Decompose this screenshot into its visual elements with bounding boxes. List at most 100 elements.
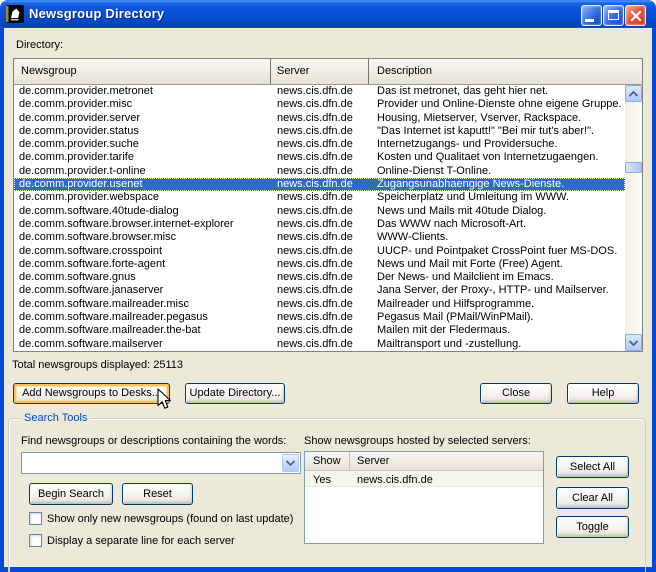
server-cell: news.cis.dfn.de: [271, 125, 369, 138]
server-cell: news.cis.dfn.de: [271, 298, 369, 311]
maximize-button[interactable]: [603, 5, 624, 26]
description-cell: Das WWW nach Microsoft-Art.: [369, 218, 625, 231]
newsgroup-cell: de.comm.provider.usenet: [14, 178, 271, 191]
server-cell: news.cis.dfn.de: [271, 205, 369, 218]
newsgroup-cell: de.comm.software.browser.internet-explor…: [14, 218, 271, 231]
server-cell: news.cis.dfn.de: [271, 151, 369, 164]
server-cell: news.cis.dfn.de: [271, 98, 369, 111]
newsgroup-cell: de.comm.software.mailreader.the-bat: [14, 324, 271, 337]
scrollbar-thumb[interactable]: [625, 162, 642, 173]
description-cell: Mailtransport und -zustellung.: [369, 338, 625, 351]
newsgroup-row[interactable]: de.comm.software.forte-agentnews.cis.dfn…: [14, 258, 625, 271]
maximize-icon: [608, 10, 619, 20]
description-cell: Das ist metronet, das geht hier net.: [369, 85, 625, 98]
begin-search-button[interactable]: Begin Search: [29, 483, 113, 505]
description-cell: News und Mails mit 40tude Dialog.: [369, 205, 625, 218]
find-words-input[interactable]: [24, 455, 280, 471]
newsgroup-cell: de.comm.software.mailreader.misc: [14, 298, 271, 311]
servers-table-body: Yesnews.cis.dfn.de: [305, 471, 543, 543]
newsgroup-row[interactable]: de.comm.provider.suchenews.cis.dfn.deInt…: [14, 138, 625, 151]
description-cell: Internetzugangs- und Providersuche.: [369, 138, 625, 151]
newsgroup-cell: de.comm.software.gnus: [14, 271, 271, 284]
newsgroup-cell: de.comm.software.forte-agent: [14, 258, 271, 271]
server-cell: news.cis.dfn.de: [271, 258, 369, 271]
description-cell: Provider und Online-Dienste ohne eigene …: [369, 98, 625, 111]
close-window-button[interactable]: [625, 5, 646, 26]
description-cell: Der News- und Mailclient im Emacs.: [369, 271, 625, 284]
newsgroup-cell: de.comm.software.40tude-dialog: [14, 205, 271, 218]
server-cell: news.cis.dfn.de: [271, 138, 369, 151]
clear-all-button[interactable]: Clear All: [556, 487, 629, 509]
description-cell: Kosten und Qualitaet von Internetzugaeng…: [369, 151, 625, 164]
find-words-combobox[interactable]: [21, 452, 301, 474]
separate-line-label[interactable]: Display a separate line for each server: [47, 535, 235, 547]
separate-line-checkbox[interactable]: [29, 534, 42, 547]
update-directory-button[interactable]: Update Directory...: [185, 383, 285, 404]
newsgroup-row[interactable]: de.comm.provider.metronetnews.cis.dfn.de…: [14, 85, 625, 98]
newsgroup-row[interactable]: de.comm.software.mailservernews.cis.dfn.…: [14, 338, 625, 351]
description-cell: Housing, Mietserver, Vserver, Rackspace.: [369, 112, 625, 125]
newsgroup-row[interactable]: de.comm.software.mailreader.the-batnews.…: [14, 324, 625, 337]
column-header-description[interactable]: Description: [369, 59, 642, 84]
newsgroup-row[interactable]: de.comm.software.crosspointnews.cis.dfn.…: [14, 245, 625, 258]
newsgroup-row[interactable]: de.comm.provider.statusnews.cis.dfn.de"D…: [14, 125, 625, 138]
description-cell: Jana Server, der Proxy-, HTTP- und Mails…: [369, 284, 625, 297]
server-cell: news.cis.dfn.de: [271, 271, 369, 284]
close-button[interactable]: Close: [480, 383, 552, 404]
newsgroup-row[interactable]: de.comm.provider.webspacenews.cis.dfn.de…: [14, 191, 625, 204]
newsgroup-row[interactable]: de.comm.provider.tarifenews.cis.dfn.deKo…: [14, 151, 625, 164]
listview-header: Newsgroup Server Description: [14, 59, 642, 85]
search-tools-title: Search Tools: [21, 412, 90, 424]
description-cell: UUCP- und Pointpaket CrossPoint fuer MS-…: [369, 245, 625, 258]
description-cell: News und Mail mit Forte (Free) Agent.: [369, 258, 625, 271]
newsgroup-row[interactable]: de.comm.software.mailreader.pegasusnews.…: [14, 311, 625, 324]
server-row[interactable]: Yesnews.cis.dfn.de: [305, 471, 543, 487]
newsgroup-row[interactable]: de.comm.provider.t-onlinenews.cis.dfn.de…: [14, 165, 625, 178]
server-cell: news.cis.dfn.de: [271, 231, 369, 244]
description-cell: Online-Dienst T-Online.: [369, 165, 625, 178]
combo-dropdown-button[interactable]: [282, 454, 299, 472]
titlebar[interactable]: Newsgroup Directory: [0, 0, 656, 28]
description-cell: Zugangsunabhaengige News-Dienste.: [369, 178, 625, 191]
newsgroup-row[interactable]: de.comm.software.gnusnews.cis.dfn.deDer …: [14, 271, 625, 284]
newsgroup-directory-window: Newsgroup Directory Directory: Newsgroup…: [0, 0, 656, 572]
minimize-button[interactable]: [581, 5, 602, 26]
minimize-icon: [585, 19, 594, 22]
chevron-down-icon: [286, 460, 295, 466]
find-words-label: Find newsgroups or descriptions containi…: [21, 435, 286, 447]
description-cell: Mailen mit der Fledermaus.: [369, 324, 625, 337]
newsgroup-row[interactable]: de.comm.software.browser.miscnews.cis.df…: [14, 231, 625, 244]
description-cell: Mailreader und Hilfsprogramme.: [369, 298, 625, 311]
help-button[interactable]: Help: [567, 383, 639, 404]
newsgroup-cell: de.comm.provider.status: [14, 125, 271, 138]
scroll-down-button[interactable]: [625, 334, 642, 351]
newsgroup-row[interactable]: de.comm.provider.miscnews.cis.dfn.deProv…: [14, 98, 625, 111]
newsgroup-row[interactable]: de.comm.software.browser.internet-explor…: [14, 218, 625, 231]
dialog-client-area: Directory: Newsgroup Server Description …: [4, 28, 652, 567]
newsgroup-cell: de.comm.provider.suche: [14, 138, 271, 151]
show-only-new-checkbox[interactable]: [29, 512, 42, 525]
vertical-scrollbar[interactable]: [625, 85, 642, 351]
toggle-button[interactable]: Toggle: [556, 516, 629, 538]
chevron-down-icon: [629, 340, 638, 346]
newsgroup-row[interactable]: de.comm.software.janaservernews.cis.dfn.…: [14, 284, 625, 297]
newsgroup-row[interactable]: de.comm.software.40tude-dialognews.cis.d…: [14, 205, 625, 218]
column-header-show[interactable]: Show: [305, 452, 350, 470]
column-header-server[interactable]: Server: [271, 59, 369, 84]
app-icon: [6, 5, 24, 23]
column-header-newsgroup[interactable]: Newsgroup: [14, 59, 271, 84]
close-icon: [626, 6, 647, 27]
server-cell: news.cis.dfn.de: [271, 338, 369, 351]
newsgroup-cell: de.comm.provider.webspace: [14, 191, 271, 204]
newsgroup-row[interactable]: de.comm.provider.servernews.cis.dfn.deHo…: [14, 112, 625, 125]
add-newsgroups-button[interactable]: Add Newsgroups to Desks...: [13, 383, 170, 404]
newsgroup-row[interactable]: de.comm.provider.usenetnews.cis.dfn.deZu…: [14, 178, 625, 191]
newsgroup-cell: de.comm.software.mailserver: [14, 338, 271, 351]
reset-button[interactable]: Reset: [122, 483, 193, 505]
newsgroup-cell: de.comm.software.crosspoint: [14, 245, 271, 258]
select-all-button[interactable]: Select All: [556, 456, 629, 478]
newsgroup-row[interactable]: de.comm.software.mailreader.miscnews.cis…: [14, 298, 625, 311]
show-only-new-label[interactable]: Show only new newsgroups (found on last …: [47, 513, 293, 525]
column-header-server2[interactable]: Server: [350, 452, 543, 470]
scroll-up-button[interactable]: [625, 85, 642, 102]
